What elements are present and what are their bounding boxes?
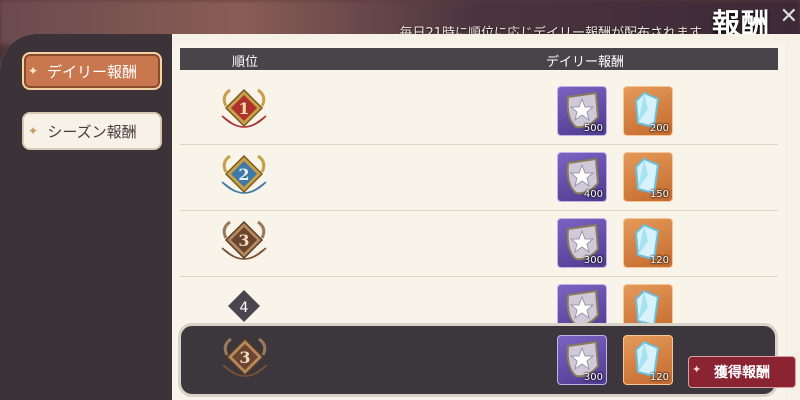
table-row: 2 400 150 [180,144,778,211]
star-shield-icon[interactable]: 300 [557,218,607,268]
reward-quantity: 300 [583,372,603,383]
rank-badge-gold-icon: 1 [221,88,267,128]
star-shield-icon[interactable]: 300 [557,335,607,385]
reward-quantity: 200 [649,123,669,134]
claim-reward-button[interactable]: ✦ 獲得報酬 [688,356,796,388]
table-header: 順位 デイリー報酬 [180,48,778,70]
crystal-icon[interactable]: 120 [623,335,673,385]
crystal-icon[interactable]: 150 [623,152,673,202]
tab-label: シーズン報酬 [47,122,137,141]
close-icon[interactable]: ✕ [780,4,798,29]
crystal-icon[interactable]: 120 [623,218,673,268]
table-row: 3 300 120 [180,210,778,277]
rank-badge-silver-icon: 2 [221,154,267,194]
sparkle-icon: ✦ [28,124,39,138]
reward-quantity: 120 [649,255,669,266]
tab-season-reward[interactable]: ✦ シーズン報酬 [22,112,162,150]
rank-number: 1 [238,99,249,118]
rank-number: 4 [240,300,249,316]
reward-quantity: 120 [649,372,669,383]
star-shield-icon[interactable]: 400 [557,152,607,202]
column-header-reward: デイリー報酬 [546,55,625,70]
star-shield-icon[interactable]: 500 [557,86,607,136]
tab-label: デイリー報酬 [46,62,137,81]
sparkle-icon: ✦ [28,64,39,78]
reward-quantity: 500 [583,123,603,134]
reward-quantity: 400 [583,189,603,200]
rank-badge-bronze-icon: 3 [221,220,267,260]
rank-number: 3 [238,231,249,250]
reward-quantity: 300 [583,255,603,266]
rank-number: 2 [238,165,249,184]
claim-label: 獲得報酬 [714,365,770,381]
reward-quantity: 150 [649,189,669,200]
sparkle-icon: ✦ [692,363,702,376]
table-row: 1 500 200 [180,78,778,145]
column-header-rank: 順位 [232,55,259,70]
rank-number: 3 [239,348,250,367]
tab-daily-reward[interactable]: ✦ デイリー報酬 [22,52,162,90]
crystal-icon[interactable]: 200 [623,86,673,136]
rank-badge-bronze-icon: 3 [222,337,268,377]
